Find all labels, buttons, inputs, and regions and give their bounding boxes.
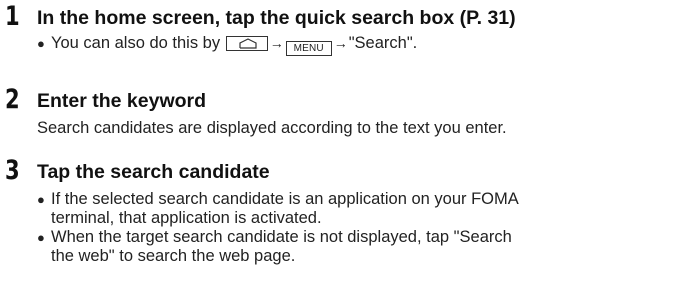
step-1-bullets: ● You can also do this by → MENU →"Search"… <box>37 34 417 56</box>
arrow-icon: → <box>269 35 284 51</box>
step-1: 1 In the home screen, tap the quick sear… <box>0 1 676 56</box>
bullet-item: ● If the selected search candidate is an… <box>37 190 519 228</box>
step-3-bullets: ● If the selected search candidate is an… <box>37 190 519 266</box>
step-title: Enter the keyword <box>37 90 207 112</box>
bullet-line: When the target search candidate is not … <box>51 228 512 246</box>
step-title: Tap the search candidate <box>37 161 270 183</box>
step-3-heading: 3 Tap the search candidate <box>0 155 676 188</box>
instruction-prefix: You can also do this by <box>51 34 225 52</box>
bullet-text: You can also do this by → MENU →"Search". <box>37 34 417 56</box>
step-2-description: Search candidates are displayed accordin… <box>37 119 507 137</box>
step-2-heading: 2 Enter the keyword <box>0 84 676 117</box>
instruction-suffix: "Search". <box>348 34 418 52</box>
bullet-item: ● You can also do this by → MENU →"Search"… <box>37 34 417 56</box>
bullet-line: terminal, that application is activated. <box>51 209 322 227</box>
bullet-icon: ● <box>37 192 45 207</box>
arrow-icon: → <box>333 35 348 51</box>
bullet-icon: ● <box>37 230 45 245</box>
step-3: 3 Tap the search candidate ● If the sele… <box>0 155 676 265</box>
step-1-heading: 1 In the home screen, tap the quick sear… <box>0 1 676 34</box>
step-number: 1 <box>5 1 20 32</box>
step-number: 2 <box>5 84 20 115</box>
menu-key-icon: MENU <box>285 41 332 56</box>
step-title: In the home screen, tap the quick search… <box>37 7 516 29</box>
bullet-icon: ● <box>37 36 45 51</box>
manual-page: 1 In the home screen, tap the quick sear… <box>0 0 676 282</box>
bullet-line: the web" to search the web page. <box>51 247 296 265</box>
step-2: 2 Enter the keyword Search candidates ar… <box>0 84 676 137</box>
bullet-line: If the selected search candidate is an a… <box>51 190 519 208</box>
step-number: 3 <box>5 155 20 186</box>
bullet-item: ● When the target search candidate is no… <box>37 228 519 266</box>
home-key-icon <box>225 36 268 51</box>
